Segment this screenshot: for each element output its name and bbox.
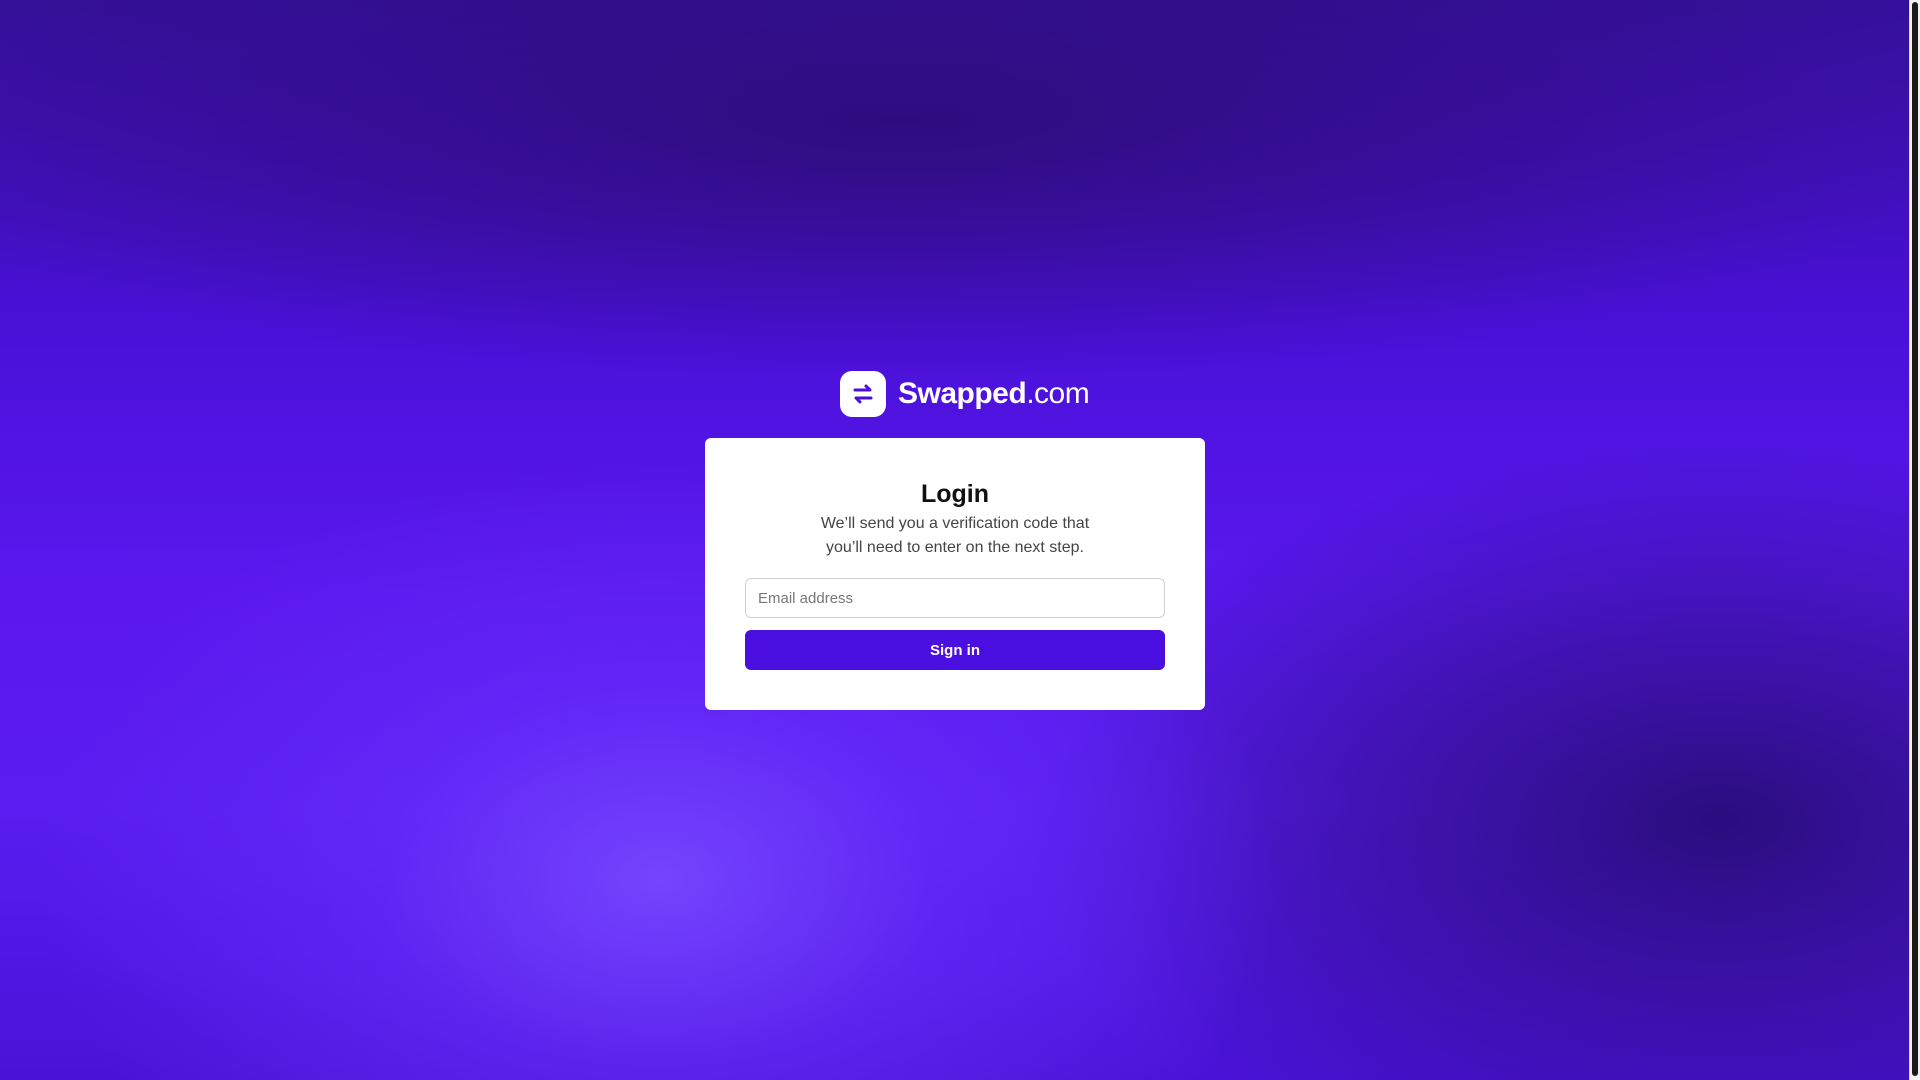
login-description: We’ll send you a verification code that … (820, 515, 1090, 556)
email-input[interactable] (745, 578, 1165, 618)
vertical-scrollbar[interactable] (1909, 0, 1920, 1080)
brand-logo: Swapped.com (840, 370, 1090, 418)
brand-name-domain: .com (1026, 377, 1090, 410)
scrollbar-thumb[interactable] (1912, 2, 1918, 1076)
brand-name-bold: Swapped (898, 377, 1027, 410)
login-card: Login We’ll send you a verification code… (705, 438, 1205, 710)
login-page: Swapped.com Login We’ll send you a verif… (0, 0, 1910, 1080)
login-title: Login (920, 480, 990, 508)
sign-in-button[interactable]: Sign in (745, 630, 1165, 670)
swap-arrows-icon (840, 371, 886, 417)
brand-name: Swapped.com (898, 377, 1090, 410)
